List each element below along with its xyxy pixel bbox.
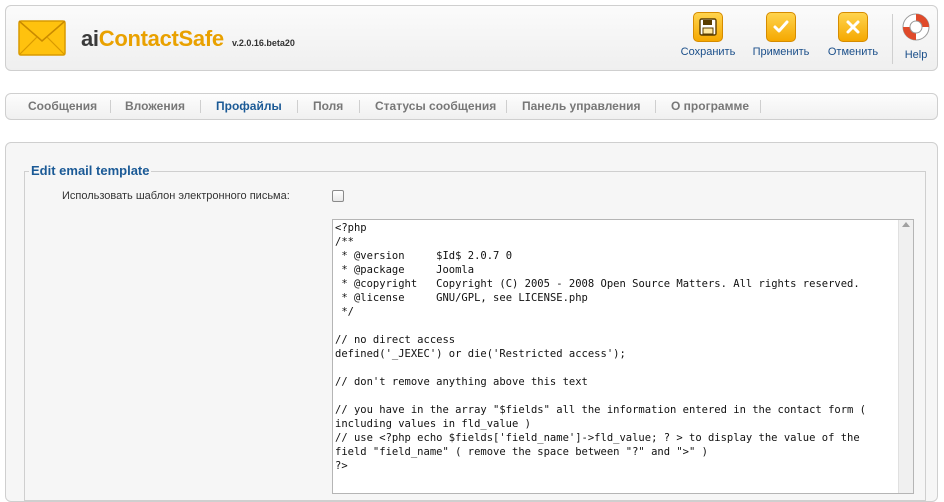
tab-divider — [359, 100, 360, 113]
help-label: Help — [904, 49, 928, 61]
tab-divider — [506, 100, 507, 113]
tab-attachments[interactable]: Вложения — [125, 99, 185, 113]
tab-profiles[interactable]: Профайлы — [216, 99, 282, 113]
use-template-label: Использовать шаблон электронного письма: — [62, 190, 290, 202]
tab-divider — [110, 100, 111, 113]
toolbar-divider — [892, 14, 893, 64]
tab-control-panel[interactable]: Панель управления — [522, 99, 640, 113]
app-title: aiContactSafe — [81, 26, 224, 51]
save-button[interactable]: Сохранить — [673, 12, 743, 58]
lifebuoy-icon — [902, 13, 930, 41]
cancel-label: Отменить — [827, 46, 879, 58]
submenu-tabs: Сообщения Вложения Профайлы Поля Статусы… — [5, 93, 938, 120]
fieldset-legend: Edit email template — [29, 163, 152, 178]
tab-divider — [297, 100, 298, 113]
tab-divider — [200, 100, 201, 113]
tab-divider — [760, 100, 761, 113]
floppy-disk-icon — [693, 12, 723, 42]
tab-message-statuses[interactable]: Статусы сообщения — [375, 99, 496, 113]
app-version: v.2.0.16.beta20 — [232, 38, 295, 48]
editor-scrollbar[interactable] — [898, 220, 913, 493]
x-icon — [838, 12, 868, 42]
tab-about[interactable]: О программе — [671, 99, 749, 113]
checkmark-icon — [766, 12, 796, 42]
template-textarea[interactable]: <?php /** * @version $Id$ 2.0.7 0 * @pac… — [332, 219, 914, 494]
tab-messages[interactable]: Сообщения — [28, 99, 97, 113]
tab-divider — [655, 100, 656, 113]
save-label: Сохранить — [680, 46, 736, 58]
help-button[interactable]: Help — [898, 12, 934, 61]
use-template-checkbox[interactable] — [332, 190, 344, 202]
apply-label: Применить — [752, 46, 810, 58]
cancel-button[interactable]: Отменить — [818, 12, 888, 58]
scroll-up-arrow-icon[interactable] — [902, 222, 910, 227]
template-text: <?php /** * @version $Id$ 2.0.7 0 * @pac… — [335, 222, 867, 472]
envelope-icon — [18, 20, 66, 56]
tab-fields[interactable]: Поля — [313, 99, 343, 113]
apply-button[interactable]: Применить — [746, 12, 816, 58]
header-toolbar: aiContactSafe v.2.0.16.beta20 Сохранить … — [5, 5, 938, 71]
